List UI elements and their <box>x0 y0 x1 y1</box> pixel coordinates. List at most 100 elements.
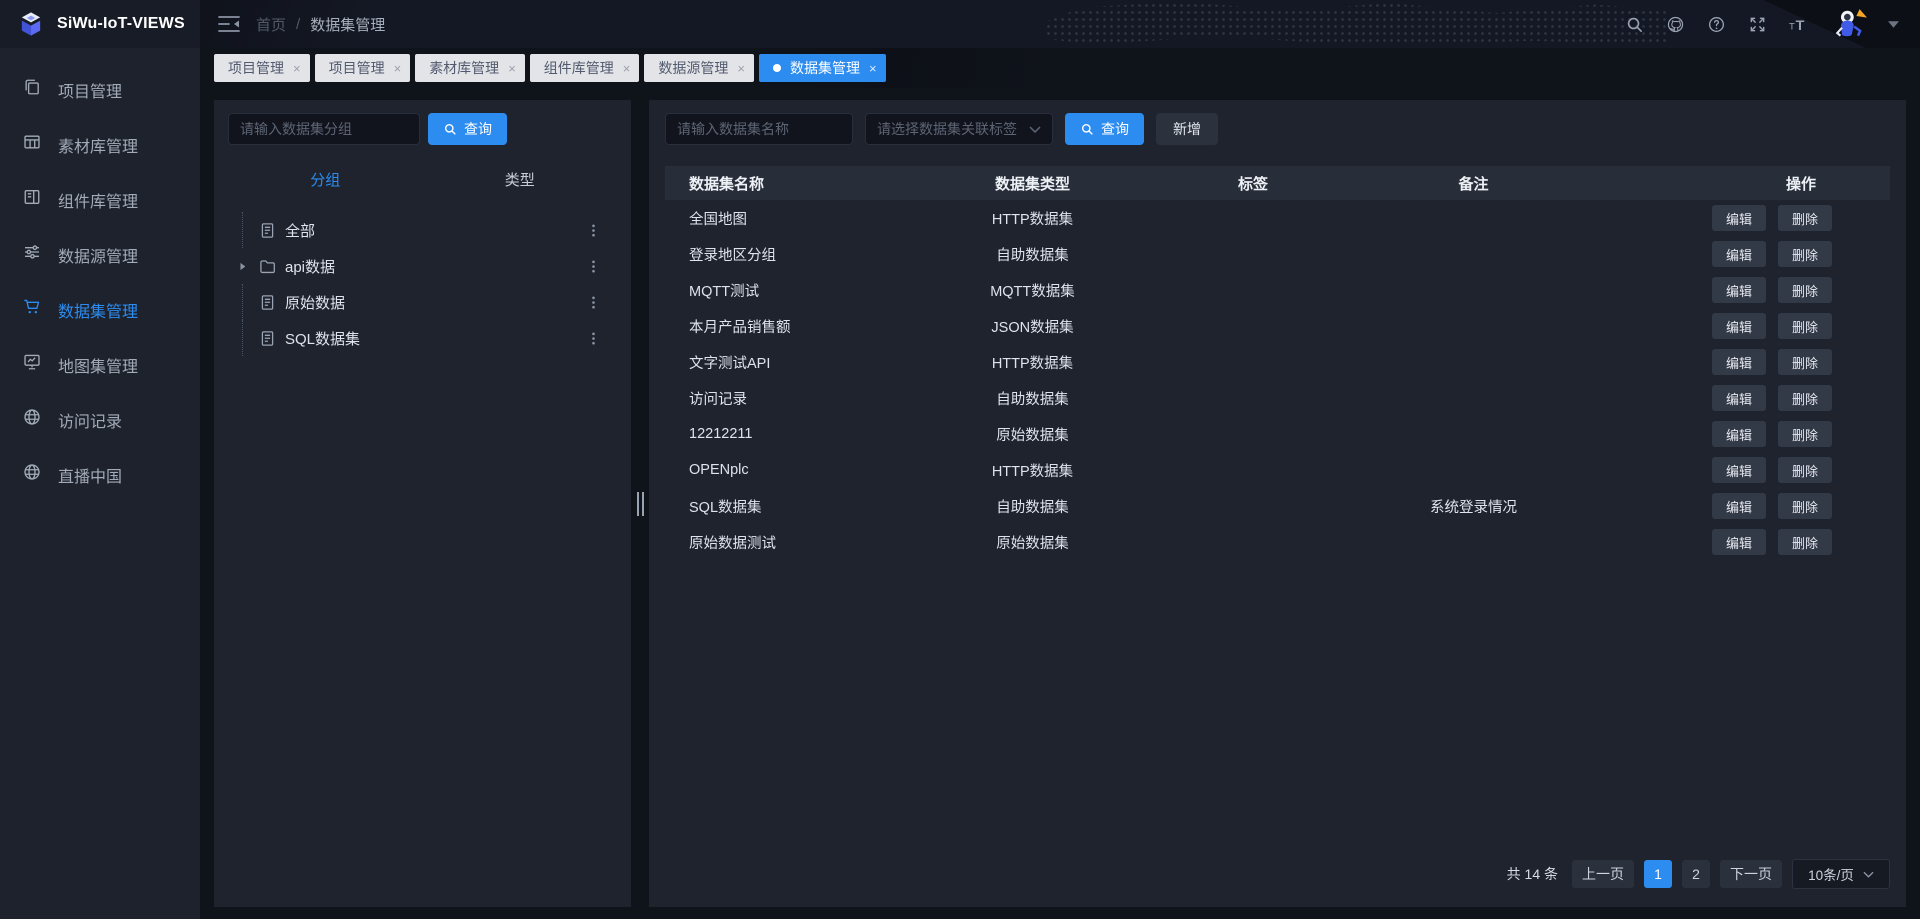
dataset-toolbar: 请选择数据集关联标签 查询 新增 <box>665 113 1890 145</box>
tree-node-label: 原始数据 <box>285 292 586 313</box>
table-row: 访问记录自助数据集编辑删除 <box>665 380 1890 416</box>
edit-button[interactable]: 编辑 <box>1712 205 1766 231</box>
topbar: 首页 / 数据集管理 <box>200 0 1920 48</box>
tab-项目管理[interactable]: 项目管理× <box>315 54 411 82</box>
node-menu-kebab-icon[interactable] <box>586 222 601 239</box>
cell-actions: 编辑删除 <box>1596 529 1890 555</box>
tab-type[interactable]: 类型 <box>423 169 618 190</box>
delete-button[interactable]: 删除 <box>1778 277 1832 303</box>
sidebar-item-访问记录[interactable]: 访问记录 <box>0 392 200 447</box>
edit-button[interactable]: 编辑 <box>1712 385 1766 411</box>
cell-dataset-type: MQTT数据集 <box>910 280 1155 301</box>
sidebar-item-label: 直播中国 <box>58 463 122 487</box>
edit-button[interactable]: 编辑 <box>1712 241 1766 267</box>
split-drag-handle[interactable] <box>637 492 644 516</box>
edit-button[interactable]: 编辑 <box>1712 493 1766 519</box>
fullscreen-icon[interactable] <box>1747 14 1767 34</box>
magnifier-icon <box>1080 122 1094 136</box>
menu-collapse-icon[interactable] <box>218 15 240 33</box>
group-search-input[interactable] <box>228 113 420 145</box>
search-icon[interactable] <box>1624 14 1644 34</box>
delete-button[interactable]: 删除 <box>1778 457 1832 483</box>
project-icon <box>23 78 41 101</box>
caret-right-icon[interactable] <box>236 248 251 284</box>
tree-node-SQL数据集[interactable]: SQL数据集 <box>228 320 617 356</box>
dataset-query-button[interactable]: 查询 <box>1065 113 1144 145</box>
delete-button[interactable]: 删除 <box>1778 421 1832 447</box>
tab-close-icon[interactable]: × <box>394 62 402 75</box>
cell-dataset-name: 本月产品销售额 <box>665 316 910 337</box>
tab-close-icon[interactable]: × <box>623 62 631 75</box>
pagination-next-button[interactable]: 下一页 <box>1720 860 1782 888</box>
delete-button[interactable]: 删除 <box>1778 313 1832 339</box>
tab-组件库管理[interactable]: 组件库管理× <box>530 54 640 82</box>
chevron-down-icon <box>1029 126 1041 133</box>
pagination-prev-button[interactable]: 上一页 <box>1572 860 1634 888</box>
sidebar-item-数据源管理[interactable]: 数据源管理 <box>0 227 200 282</box>
tree-node-api数据[interactable]: api数据 <box>228 248 617 284</box>
cell-dataset-type: HTTP数据集 <box>910 352 1155 373</box>
delete-button[interactable]: 删除 <box>1778 349 1832 375</box>
sidebar-item-素材库管理[interactable]: 素材库管理 <box>0 117 200 172</box>
edit-button[interactable]: 编辑 <box>1712 421 1766 447</box>
app-root: SiWu-IoT-VIEWS 项目管理素材库管理组件库管理数据源管理数据集管理地… <box>0 0 1920 919</box>
delete-button[interactable]: 删除 <box>1778 529 1832 555</box>
group-query-label: 查询 <box>464 119 492 139</box>
sidebar-item-数据集管理[interactable]: 数据集管理 <box>0 282 200 337</box>
sidebar-nav: 项目管理素材库管理组件库管理数据源管理数据集管理地图集管理访问记录直播中国 <box>0 48 200 502</box>
help-icon[interactable] <box>1706 14 1726 34</box>
tab-数据集管理[interactable]: 数据集管理× <box>759 54 886 82</box>
add-dataset-button[interactable]: 新增 <box>1156 113 1218 145</box>
pagination-total: 共 14 条 <box>1507 864 1558 884</box>
delete-button[interactable]: 删除 <box>1778 385 1832 411</box>
tab-close-icon[interactable]: × <box>869 62 877 75</box>
tab-close-icon[interactable]: × <box>293 62 301 75</box>
tab-数据源管理[interactable]: 数据源管理 × <box>644 54 754 82</box>
sidebar-item-地图集管理[interactable]: 地图集管理 <box>0 337 200 392</box>
edit-button[interactable]: 编辑 <box>1712 529 1766 555</box>
tree-node-全部[interactable]: 全部 <box>228 212 617 248</box>
logo-row: SiWu-IoT-VIEWS <box>0 0 200 48</box>
tab-close-icon[interactable]: × <box>737 62 745 75</box>
edit-button[interactable]: 编辑 <box>1712 457 1766 483</box>
tab-close-icon[interactable]: × <box>508 62 516 75</box>
sidebar-item-label: 数据源管理 <box>58 243 138 267</box>
dataset-name-input[interactable] <box>665 113 853 145</box>
user-avatar[interactable] <box>1833 7 1867 41</box>
sidebar-item-组件库管理[interactable]: 组件库管理 <box>0 172 200 227</box>
pagination-page-2[interactable]: 2 <box>1682 860 1710 888</box>
edit-button[interactable]: 编辑 <box>1712 313 1766 339</box>
edit-button[interactable]: 编辑 <box>1712 349 1766 375</box>
group-tree: 全部api数据原始数据 SQL数据集 <box>228 212 617 356</box>
tab-label: 数据源管理 <box>658 58 728 78</box>
breadcrumb-home[interactable]: 首页 <box>256 14 286 35</box>
node-menu-kebab-icon[interactable] <box>586 294 601 311</box>
github-icon[interactable] <box>1665 14 1685 34</box>
user-menu-caret-icon[interactable] <box>1888 21 1900 28</box>
app-logo-icon <box>16 9 46 39</box>
tree-node-原始数据[interactable]: 原始数据 <box>228 284 617 320</box>
sidebar-item-直播中国[interactable]: 直播中国 <box>0 447 200 502</box>
column-header-备注: 备注 <box>1351 173 1596 194</box>
node-menu-kebab-icon[interactable] <box>586 330 601 347</box>
delete-button[interactable]: 删除 <box>1778 205 1832 231</box>
font-size-icon[interactable]: T T <box>1788 14 1808 34</box>
page-size-select[interactable]: 10条/页 <box>1792 859 1890 889</box>
panel-divider <box>631 100 649 907</box>
node-menu-kebab-icon[interactable] <box>586 258 601 275</box>
cell-actions: 编辑删除 <box>1596 385 1890 411</box>
pagination-page-1[interactable]: 1 <box>1644 860 1672 888</box>
tab-项目管理[interactable]: 项目管理× <box>214 54 310 82</box>
group-search-row: 查询 <box>228 113 617 145</box>
edit-button[interactable]: 编辑 <box>1712 277 1766 303</box>
cell-actions: 编辑删除 <box>1596 241 1890 267</box>
delete-button[interactable]: 删除 <box>1778 241 1832 267</box>
group-query-button[interactable]: 查询 <box>428 113 507 145</box>
column-header-label: 操作 <box>1786 173 1816 194</box>
tab-素材库管理[interactable]: 素材库管理× <box>415 54 525 82</box>
dataset-tag-select[interactable]: 请选择数据集关联标签 <box>865 113 1053 145</box>
tab-group[interactable]: 分组 <box>228 169 423 190</box>
sidebar-item-项目管理[interactable]: 项目管理 <box>0 62 200 117</box>
delete-button[interactable]: 删除 <box>1778 493 1832 519</box>
breadcrumb-current: 数据集管理 <box>310 14 385 35</box>
